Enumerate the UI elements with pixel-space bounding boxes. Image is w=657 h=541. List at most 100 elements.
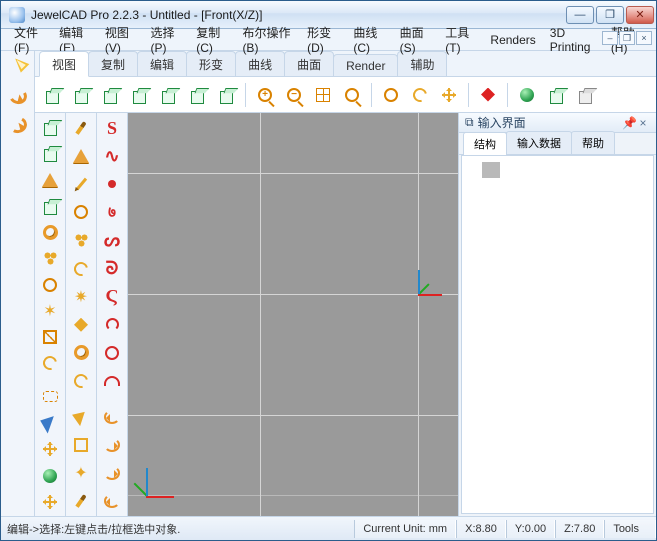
- select-tool[interactable]: [4, 53, 31, 80]
- orbit-button[interactable]: [378, 82, 404, 108]
- knot-tool[interactable]: [37, 246, 64, 270]
- panel-titlebar[interactable]: ⧉ 输入界面 📌 ×: [459, 113, 656, 133]
- loop-tool[interactable]: ᔕ: [99, 227, 126, 253]
- redo-small[interactable]: [99, 432, 126, 458]
- prism-tool[interactable]: [37, 141, 64, 165]
- refresh-tool[interactable]: [99, 460, 126, 486]
- torus-icon: [74, 345, 89, 360]
- cycle-tool[interactable]: [99, 488, 126, 514]
- ring-tool[interactable]: [37, 273, 64, 297]
- view-cube-5[interactable]: [155, 82, 181, 108]
- cylinder-tool[interactable]: [37, 194, 64, 218]
- undo-small[interactable]: [99, 404, 126, 430]
- menu-view[interactable]: 视图(V): [98, 22, 144, 57]
- rotate-button[interactable]: [407, 82, 433, 108]
- panel-tab-input[interactable]: 输入数据: [506, 131, 572, 154]
- tab-view[interactable]: 视图: [39, 51, 89, 77]
- zoom-out-button[interactable]: −: [281, 82, 307, 108]
- zoom-window-button[interactable]: [339, 82, 365, 108]
- lasso-select-tool[interactable]: [37, 385, 64, 409]
- cone-solid-tool[interactable]: [68, 143, 95, 169]
- dot-tool[interactable]: [99, 171, 126, 197]
- swirl-edit-tool[interactable]: [68, 255, 95, 281]
- undo-button[interactable]: [4, 82, 31, 109]
- move-tool[interactable]: [37, 437, 64, 461]
- separator: [468, 83, 469, 107]
- paint-tool[interactable]: [68, 488, 95, 514]
- box-tool[interactable]: [37, 115, 64, 139]
- gear-tool[interactable]: ✷: [68, 284, 95, 310]
- panel-tab-help[interactable]: 帮助: [571, 131, 615, 154]
- view-cube-2[interactable]: [68, 82, 94, 108]
- ring-icon: [74, 205, 88, 219]
- wire-cube-button[interactable]: [572, 82, 598, 108]
- mdi-restore-button[interactable]: ❐: [619, 31, 635, 45]
- wave-tool[interactable]: ∿: [99, 143, 126, 169]
- orbit-tool[interactable]: [68, 199, 95, 225]
- menu-tools[interactable]: 工具(T): [438, 22, 483, 57]
- ring2-tool[interactable]: [68, 340, 95, 366]
- maximize-button[interactable]: ❐: [596, 6, 624, 24]
- bezier-tool[interactable]: ७: [99, 199, 126, 225]
- turn-tool[interactable]: [99, 312, 126, 338]
- menu-boolean[interactable]: 布尔操作(B): [235, 22, 300, 57]
- panel-title: 输入界面: [478, 114, 526, 131]
- menu-copy[interactable]: 复制(C): [189, 22, 235, 57]
- mdi-close-button[interactable]: ×: [636, 31, 652, 45]
- redo-button[interactable]: [4, 111, 31, 138]
- menu-3dprinting[interactable]: 3D Printing: [543, 24, 604, 56]
- panel-pin-button[interactable]: 📌: [622, 116, 636, 130]
- pencil-tool[interactable]: [68, 171, 95, 197]
- scale-tool[interactable]: [68, 432, 95, 458]
- tab-render[interactable]: Render: [333, 54, 398, 76]
- move4way-tool[interactable]: [37, 490, 64, 514]
- view-cube-7[interactable]: [213, 82, 239, 108]
- menu-surface[interactable]: 曲面(S): [393, 22, 439, 57]
- minimize-button[interactable]: —: [566, 6, 594, 24]
- panel-close-button[interactable]: ×: [636, 116, 650, 130]
- s-curve-icon: S: [107, 118, 117, 139]
- view-cube-3[interactable]: [97, 82, 123, 108]
- sphere-prim-tool[interactable]: [37, 464, 64, 488]
- zoom-fit-button[interactable]: [310, 82, 336, 108]
- view-cube-4[interactable]: [126, 82, 152, 108]
- menu-renders[interactable]: Renders: [483, 31, 542, 49]
- arc-tool[interactable]: [99, 368, 126, 394]
- gem-frame-tool[interactable]: [37, 325, 64, 349]
- point-select-tool[interactable]: [37, 411, 64, 435]
- window-title: JewelCAD Pro 2.2.3 - Untitled - [Front(X…: [31, 8, 566, 22]
- pan-button[interactable]: [436, 82, 462, 108]
- cube-icon: [189, 87, 205, 103]
- bend-tool[interactable]: [68, 368, 95, 394]
- close-button[interactable]: ✕: [626, 6, 654, 24]
- panel-tab-structure[interactable]: 结构: [463, 132, 507, 155]
- shade-sphere-button[interactable]: [514, 82, 540, 108]
- shape-tool[interactable]: [68, 312, 95, 338]
- view-cube-6[interactable]: [184, 82, 210, 108]
- menu-deform[interactable]: 形变(D): [300, 22, 346, 57]
- swirl-tool[interactable]: [37, 351, 64, 375]
- panel-body[interactable]: [461, 155, 654, 514]
- mdi-minimize-button[interactable]: –: [602, 31, 618, 45]
- star-tool[interactable]: ✶: [37, 299, 64, 323]
- viewport[interactable]: ⧉ 输入界面 📌 × 结构 输入数据 帮助: [128, 113, 656, 516]
- shade-cube-button[interactable]: [543, 82, 569, 108]
- spiral-tool[interactable]: ᘐ: [99, 255, 126, 281]
- zoom-in-button[interactable]: +: [252, 82, 278, 108]
- torus-tool[interactable]: [37, 220, 64, 244]
- view-cube-1[interactable]: [39, 82, 65, 108]
- circle-curve-tool[interactable]: [99, 340, 126, 366]
- menu-select[interactable]: 选择(P): [144, 22, 190, 57]
- s-curve-tool[interactable]: S: [99, 115, 126, 141]
- axis-button[interactable]: [475, 82, 501, 108]
- hook-tool[interactable]: Ϛ: [99, 284, 126, 310]
- pan-icon: [441, 87, 457, 103]
- pointer2-tool[interactable]: [68, 404, 95, 430]
- menu-curve[interactable]: 曲线(C): [346, 22, 392, 57]
- brush-tool[interactable]: [68, 115, 95, 141]
- grow-tool[interactable]: ✦: [68, 460, 95, 486]
- status-tools[interactable]: Tools: [604, 520, 656, 538]
- panel-tabs: 结构 输入数据 帮助: [459, 133, 656, 155]
- link-tool[interactable]: [68, 227, 95, 253]
- cone-tool[interactable]: [37, 168, 64, 192]
